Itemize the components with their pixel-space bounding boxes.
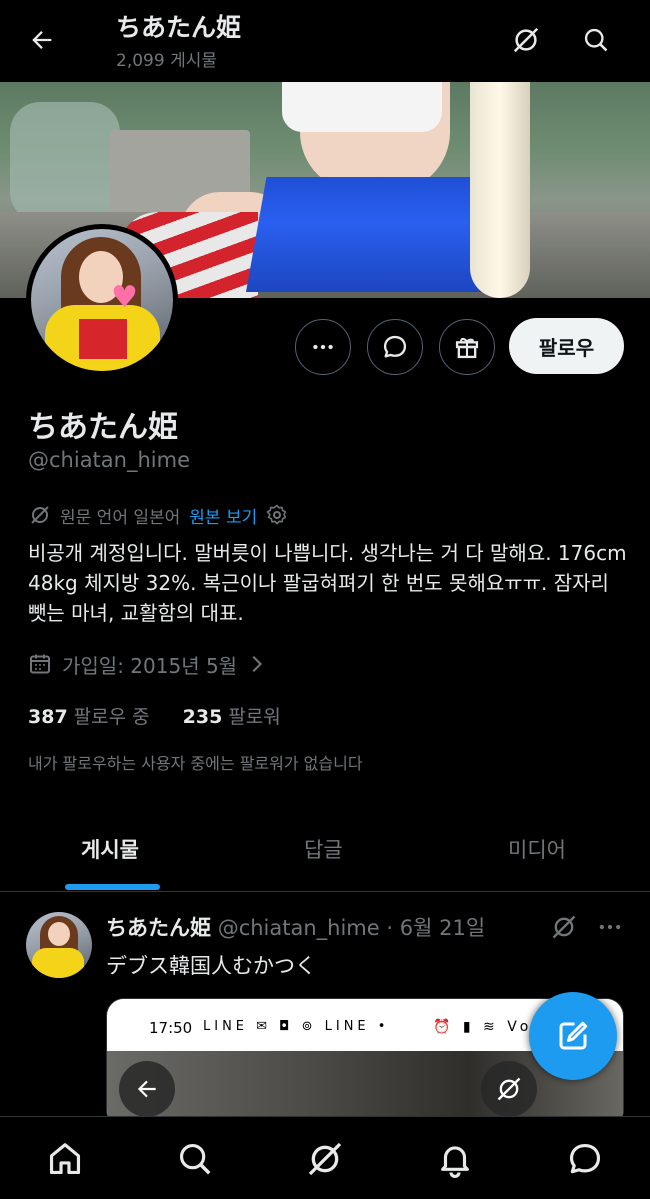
tab-replies[interactable]: 답글	[304, 834, 343, 864]
followers-count: 235	[182, 706, 223, 728]
tweet-more-button[interactable]	[596, 913, 624, 945]
tweet-text: デブス韓国人むかつく	[106, 954, 316, 978]
grok-icon	[513, 27, 539, 53]
home-icon	[49, 1143, 81, 1175]
messages-icon	[569, 1143, 601, 1174]
follow-stats: 387 팔로우 중 235 팔로워	[28, 702, 314, 729]
tab-media[interactable]: 미디어	[508, 834, 566, 864]
followers-link[interactable]: 235 팔로워	[183, 702, 281, 729]
chevron-right-icon[interactable]	[245, 653, 267, 675]
banner-top	[282, 82, 442, 132]
banner-skirt	[246, 177, 502, 292]
media-status-time: 17:50	[149, 1019, 193, 1037]
nav-grok[interactable]	[303, 1137, 347, 1181]
tweet-header: ちあたん姫 @chiatan_hime · 6월 21일	[106, 912, 485, 942]
nav-messages[interactable]	[563, 1137, 607, 1181]
media-back-button	[119, 1061, 175, 1117]
grok-icon	[497, 1077, 521, 1101]
profile-bio: 비공개 계정입니다. 말버릇이 나쁩니다. 생각나는 거 다 말해요. 176c…	[28, 541, 627, 625]
message-icon	[383, 335, 407, 358]
calendar-icon	[30, 654, 50, 674]
grok-icon	[31, 506, 49, 524]
grok-icon	[552, 915, 576, 939]
display-name: ちあたん姫	[28, 410, 178, 445]
tweet-author-name[interactable]: ちあたん姫	[106, 916, 211, 940]
post-count: 2,099 게시물	[116, 51, 217, 71]
join-date: 가입일: 2015년 5월	[62, 653, 238, 678]
grok-button[interactable]	[506, 20, 546, 60]
avatar-image: ♥	[31, 229, 173, 371]
top-bar: ちあたん姫 2,099 게시물	[0, 0, 650, 82]
compose-button[interactable]	[529, 992, 617, 1080]
media-status-icons: LINE ✉ ◘ ⊚ LINE •	[203, 1019, 390, 1034]
more-button[interactable]	[295, 319, 351, 375]
profile-avatar[interactable]: ♥	[26, 224, 178, 376]
tweet-grok-button[interactable]	[550, 913, 578, 945]
more-horizontal-icon	[313, 344, 333, 350]
original-language-label: 원문 언어 일본어	[60, 507, 181, 528]
tweet-author-handle[interactable]: @chiatan_hime	[218, 916, 380, 940]
message-button[interactable]	[367, 319, 423, 375]
username: @chiatan_hime	[28, 448, 190, 472]
tweet-avatar-outfit	[32, 948, 84, 978]
banner-hair	[470, 82, 530, 298]
notifications-icon	[441, 1146, 469, 1178]
join-date-row: 가입일: 2015년 5월	[28, 650, 267, 678]
active-tab-indicator	[65, 884, 160, 890]
search-icon	[584, 28, 608, 52]
follow-button[interactable]: 팔로우	[509, 318, 624, 374]
compose-icon	[559, 1021, 588, 1050]
bottom-navigation	[0, 1116, 650, 1199]
nav-notifications[interactable]	[433, 1137, 477, 1181]
arrow-left-icon	[32, 31, 52, 49]
gift-icon	[455, 337, 479, 359]
arrow-left-icon	[137, 1080, 156, 1098]
following-count: 387	[28, 706, 68, 728]
following-label: 팔로우 중	[73, 706, 150, 728]
avatar-outfit-detail	[79, 319, 127, 359]
media-grok-button	[481, 1061, 537, 1117]
tweet-separator: ·	[386, 916, 394, 940]
settings-gear-icon[interactable]	[265, 503, 289, 527]
search-icon	[179, 1143, 211, 1175]
banner-water	[10, 102, 120, 222]
nav-search[interactable]	[173, 1137, 217, 1181]
back-button[interactable]	[22, 20, 62, 60]
heart-icon: ♥	[111, 280, 138, 315]
gift-button[interactable]	[439, 319, 495, 375]
tweet-date[interactable]: 6월 21일	[400, 916, 485, 940]
more-horizontal-icon	[599, 924, 621, 930]
tab-posts[interactable]: 게시물	[81, 834, 139, 864]
grok-icon	[308, 1142, 342, 1176]
profile-title: ちあたん姫	[116, 13, 242, 42]
followers-label: 팔로워	[228, 706, 281, 728]
mutual-followers-note: 내가 팔로우하는 사용자 중에는 팔로워가 없습니다	[28, 754, 363, 773]
show-original-link[interactable]: 원본 보기	[189, 503, 257, 528]
nav-home[interactable]	[43, 1137, 87, 1181]
tweet-avatar[interactable]	[26, 912, 92, 978]
following-link[interactable]: 387 팔로우 중	[28, 702, 150, 729]
profile-tabs: 게시물 답글 미디어	[0, 810, 650, 892]
tweet-avatar-face	[48, 922, 70, 946]
search-button[interactable]	[576, 20, 616, 60]
translation-row: 원문 언어 일본어 원본 보기	[28, 502, 289, 528]
